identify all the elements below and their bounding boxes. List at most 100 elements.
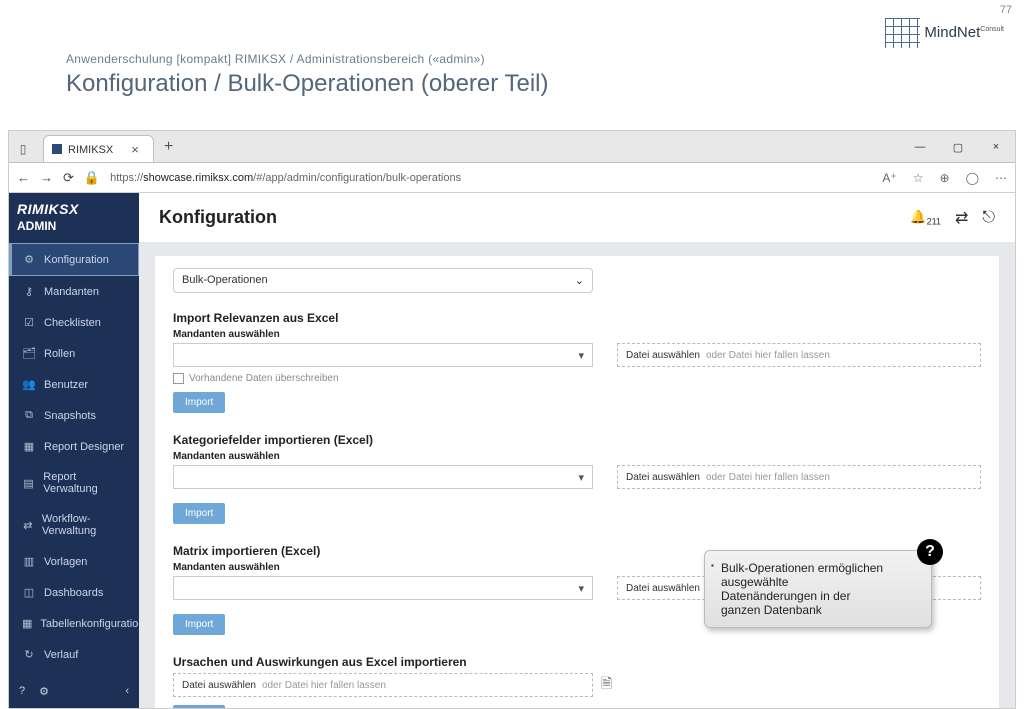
sidebar-item-label: Verlauf <box>44 649 78 661</box>
sidebar-item-label: Tabellenkonfiguration <box>40 618 144 630</box>
checklist-icon: ☑ <box>22 316 36 329</box>
settings-icon[interactable]: ⚙ <box>39 685 49 698</box>
back-button[interactable]: ← <box>17 170 30 185</box>
window-close-button[interactable]: × <box>977 133 1015 162</box>
history-icon: ↻ <box>22 648 36 661</box>
favorites-icon[interactable]: ☆ <box>913 171 924 185</box>
sidebar-item-label: Dashboards <box>44 587 103 599</box>
sidebar-item-mandanten[interactable]: ⚷ Mandanten <box>9 276 139 307</box>
logo-subtext: Consult <box>980 26 1004 33</box>
section-import-relevanzen: Import Relevanzen aus Excel <box>173 311 981 325</box>
tab-list-icon[interactable]: ▯ <box>9 142 37 162</box>
file-dropzone[interactable]: Datei auswählenoder Datei hier fallen la… <box>617 343 981 367</box>
workflow-icon: ⇄ <box>22 519 34 532</box>
sidebar-item-label: Konfiguration <box>44 254 109 266</box>
dashboard-icon: ◫ <box>22 586 36 599</box>
file-dropzone[interactable]: Datei auswählenoder Datei hier fallen la… <box>173 673 593 697</box>
sidebar-item-label: Rollen <box>44 348 75 360</box>
sidebar-item-label: Snapshots <box>44 410 96 422</box>
import-button[interactable]: Import <box>173 503 225 524</box>
checkbox-icon <box>173 373 184 384</box>
roles-icon: 🗂 <box>22 347 36 360</box>
slide-kicker: Anwenderschulung [kompakt] RIMIKSX / Adm… <box>66 52 548 66</box>
collections-icon[interactable]: ⊕ <box>940 171 950 185</box>
collapse-icon[interactable]: ‹ <box>125 685 129 698</box>
notifications-button[interactable]: 🔔211 <box>910 209 941 227</box>
config-section-dropdown[interactable]: Bulk-Operationen ⌄ <box>173 268 593 293</box>
logo-text: MindNet <box>924 24 980 41</box>
window-minimize-button[interactable]: — <box>901 133 939 162</box>
mandanten-select[interactable]: ▾ <box>173 465 593 489</box>
sidebar-item-tabellenkonfiguration[interactable]: ▦Tabellenkonfiguration <box>9 608 139 639</box>
file-attach-icon[interactable]: 🗎 <box>601 673 612 697</box>
field-label-mandanten: Mandanten auswählen <box>173 329 981 340</box>
sidebar-item-checklisten[interactable]: ☑Checklisten <box>9 307 139 338</box>
sidebar-item-report-designer[interactable]: ▦ Report Designer <box>9 431 139 462</box>
sidebar-item-dashboards[interactable]: ◫ Dashboards <box>9 577 139 608</box>
overwrite-checkbox[interactable]: Vorhandene Daten überschreiben <box>173 373 981 384</box>
mindnet-logo: MindNetConsult <box>885 18 1004 48</box>
report-designer-icon: ▦ <box>22 440 36 453</box>
import-button[interactable]: Import <box>173 614 225 635</box>
mandanten-select[interactable]: ▾ <box>173 576 593 600</box>
sidebar-item-label: Benutzer <box>44 379 88 391</box>
info-tooltip: Bulk-Operationen ermöglichen ausgewählte… <box>704 550 932 628</box>
read-aloud-icon[interactable]: A⁺ <box>882 171 896 185</box>
browser-tabstrip: ▯ RIMIKSX × + — ▢ × <box>9 131 1015 163</box>
mandanten-select[interactable]: ▾ <box>173 343 593 367</box>
import-button[interactable]: Import <box>173 705 225 708</box>
browser-tab[interactable]: RIMIKSX × <box>43 135 154 162</box>
sidebar-logo: RIMIKSX <box>9 193 139 219</box>
page-number: 77 <box>1000 4 1012 16</box>
section-ursachen: Ursachen und Auswirkungen aus Excel impo… <box>173 655 981 669</box>
tab-title: RIMIKSX <box>68 144 113 156</box>
menu-icon[interactable]: ⋯ <box>995 171 1007 185</box>
sidebar-item-verlauf[interactable]: ↻ Verlauf <box>9 639 139 670</box>
import-button[interactable]: Import <box>173 392 225 413</box>
page-title: Konfiguration <box>159 207 277 228</box>
file-dropzone[interactable]: Datei auswählenoder Datei hier fallen la… <box>617 465 981 489</box>
user-switch-icon[interactable]: ⇄ <box>955 208 968 228</box>
users-icon: 👥 <box>22 378 36 391</box>
sidebar-item-workflow[interactable]: ⇄ Workflow-Verwaltung <box>9 504 139 546</box>
sidebar-item-rollen[interactable]: 🗂 Rollen <box>9 338 139 369</box>
table-config-icon: ▦ <box>22 617 32 630</box>
sidebar: RIMIKSX ADMIN ⚙Konfiguration ⚷Mandanten … <box>9 193 139 708</box>
sidebar-item-benutzer[interactable]: 👥 Benutzer <box>9 369 139 400</box>
profile-icon[interactable]: ◯ <box>966 171 979 185</box>
tab-favicon <box>52 144 62 154</box>
logout-icon[interactable]: ⎋ <box>982 209 995 227</box>
lock-icon: 🔒 <box>84 170 100 186</box>
templates-icon: ▥ <box>22 555 36 568</box>
section-kategoriefelder: Kategoriefelder importieren (Excel) <box>173 433 981 447</box>
window-maximize-button[interactable]: ▢ <box>939 133 977 162</box>
forward-button[interactable]: → <box>40 170 53 185</box>
sidebar-item-vorlagen[interactable]: ▥ Vorlagen <box>9 546 139 577</box>
new-tab-button[interactable]: + <box>154 132 183 162</box>
sidebar-item-snapshots[interactable]: ⧉ Snapshots <box>9 400 139 431</box>
snapshot-icon: ⧉ <box>22 409 36 422</box>
config-panel: Bulk-Operationen ⌄ Import Relevanzen aus… <box>155 256 999 708</box>
url-field[interactable]: https://showcase.rimiksx.com/#/app/admin… <box>110 172 866 184</box>
help-badge-icon: ? <box>917 539 943 565</box>
sidebar-item-label: Report Designer <box>44 441 124 453</box>
gear-icon: ⚙ <box>22 253 36 266</box>
browser-urlbar: ← → ⟳ 🔒 https://showcase.rimiksx.com/#/a… <box>9 163 1015 193</box>
refresh-button[interactable]: ⟳ <box>63 170 74 186</box>
help-icon[interactable]: ? <box>19 685 25 698</box>
slide-title: Konfiguration / Bulk-Operationen (oberer… <box>66 70 548 98</box>
field-label-mandanten: Mandanten auswählen <box>173 451 981 462</box>
chevron-down-icon: ⌄ <box>575 274 584 287</box>
logo-grid-icon <box>885 18 920 48</box>
sidebar-item-label: Mandanten <box>44 286 99 298</box>
page-header: Konfiguration 🔔211 ⇄ ⎋ <box>139 193 1015 242</box>
close-tab-icon[interactable]: × <box>131 142 139 157</box>
sidebar-item-label: Vorlagen <box>44 556 87 568</box>
sidebar-item-konfiguration[interactable]: ⚙ Konfiguration <box>9 243 139 276</box>
sidebar-item-label: Workflow-Verwaltung <box>42 513 129 537</box>
sidebar-item-label: Report Verwaltung <box>43 471 129 495</box>
sidebar-admin-label: ADMIN <box>9 219 139 243</box>
report-admin-icon: ▤ <box>22 477 35 490</box>
sidebar-item-report-verwaltung[interactable]: ▤ Report Verwaltung <box>9 462 139 504</box>
tenant-icon: ⚷ <box>22 285 36 298</box>
